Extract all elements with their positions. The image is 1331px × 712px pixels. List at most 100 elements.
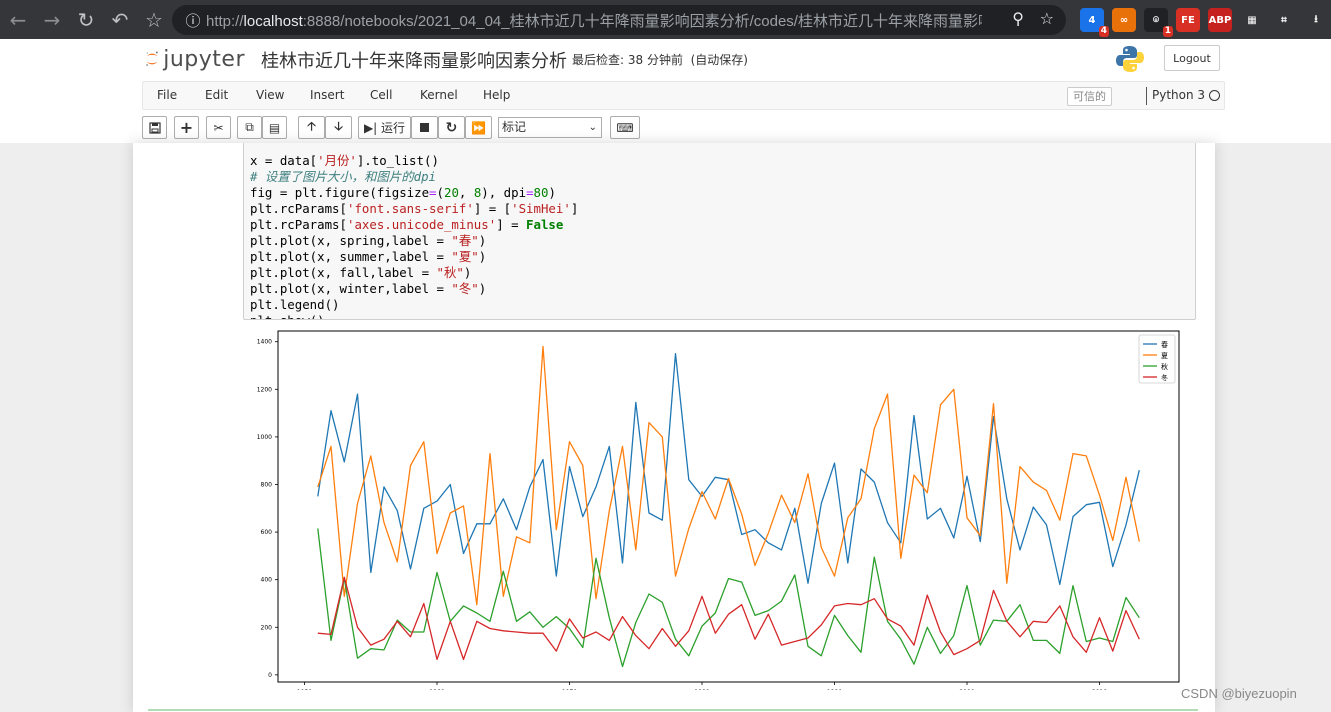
kernel-divider [1146,87,1147,105]
code-line: plt.plot(x, winter,label = "冬") [250,281,487,296]
y-tick-label: 200 [261,624,273,631]
zoom-icon[interactable]: ⚲ [1012,9,1024,28]
paste-button[interactable]: ▤ [262,116,287,139]
notebook-area: x = data['月份'].to_list() # 设置了图片大小，和图片的dp… [0,143,1331,712]
star-icon[interactable]: ☆ [1040,9,1054,28]
save-button[interactable] [142,116,167,139]
cell-output: 1950 1960 1970 1980 1990 2000 2010 0 200 400 600 80… [243,328,1183,696]
extension-icon[interactable]: ∞ [1112,8,1136,32]
extension-icon[interactable]: FE [1176,8,1200,32]
code-editor[interactable]: x = data['月份'].to_list() # 设置了图片大小，和图片的dp… [250,143,579,319]
python-logo-icon [1116,46,1144,72]
menu-bar: File Edit View Insert Cell Kernel Help 可… [142,81,1225,110]
extension-badge: 4 [1098,26,1109,37]
y-tick-label: 800 [261,481,273,488]
menu-edit[interactable]: Edit [205,88,228,102]
move-down-button[interactable]: 🡣 [325,116,352,139]
extension-icon[interactable]: ⌾ 1 [1144,8,1173,37]
plus-icon: + [179,118,194,137]
extension-label: ABP [1208,14,1232,26]
move-up-button[interactable]: 🡡 [298,116,325,139]
code-line: plt.legend() [250,297,340,312]
paste-icon: ▤ [268,120,281,135]
trusted-indicator[interactable]: 可信的 [1067,87,1112,106]
menu-cell[interactable]: Cell [370,88,392,102]
forward-icon[interactable]: → [36,4,68,36]
notebook-page: x = data['月份'].to_list() # 设置了图片大小，和图片的dp… [133,143,1215,712]
code-line: plt.plot(x, spring,label = "春") [250,233,487,248]
menu-view[interactable]: View [256,88,284,102]
cut-button[interactable]: ✂ [206,116,231,139]
jupyter-header: jupyter 桂林市近几十年来降雨量影响因素分析 最后检查: 38 分钟前 (… [0,39,1331,143]
extension-icon[interactable]: ▦ [1240,8,1264,32]
extension-label: FE [1181,14,1195,26]
interrupt-button[interactable] [411,116,438,139]
legend-label: 秋 [1161,362,1168,371]
csdn-watermark: CSDN @biyezuopin [1181,686,1297,701]
site-info-icon[interactable]: ⓘ [180,10,206,31]
legend-label: 春 [1161,340,1168,349]
arrow-down-icon: 🡣 [334,119,343,133]
menu-kernel[interactable]: Kernel [420,88,458,102]
logout-button[interactable]: Logout [1164,45,1220,71]
code-cell[interactable]: x = data['月份'].to_list() # 设置了图片大小，和图片的dp… [243,143,1196,320]
checkpoint-text: 最后检查: 38 分钟前 [572,53,683,67]
extension-label: ⭳ [1314,13,1318,25]
code-line: plt.rcParams['axes.unicode_minus'] = Fal… [250,217,564,232]
extension-label: ▦ [1247,14,1257,26]
keyboard-icon: ⌨ [616,120,634,135]
extension-label: ∞ [1119,14,1129,26]
stop-icon [420,123,429,132]
code-line: plt.plot(x, summer,label = "夏") [250,249,487,264]
menu-help[interactable]: Help [483,88,510,102]
x-tick-label: 2000 [959,689,974,690]
menu-insert[interactable]: Insert [310,88,344,102]
menu-file[interactable]: File [157,88,177,102]
autosave-text: (自动保存) [690,53,748,67]
restart-button[interactable]: ↻ [438,116,465,139]
jupyter-logo[interactable]: jupyter [145,44,245,74]
kernel-name[interactable]: Python 3 [1152,88,1205,102]
bookmark-star-icon[interactable]: ☆ [138,4,170,36]
x-tick-label: 2010 [1092,689,1107,690]
legend-label: 冬 [1161,373,1168,382]
extension-icon[interactable]: ⌗ [1272,8,1296,32]
code-line: # 设置了图片大小，和图片的dpi [250,169,436,184]
run-button[interactable]: ▶| 运行 [358,116,411,139]
y-tick-label: 0 [268,672,272,679]
extension-icon[interactable]: 44 [1080,8,1109,37]
arrow-up-icon: 🡡 [307,119,316,133]
scissors-icon: ✂ [213,120,224,135]
x-tick-label: 1980 [694,689,709,690]
extension-label: ⌾ [1153,14,1159,26]
x-tick-label: 1960 [429,689,444,690]
y-tick-label: 400 [261,577,273,584]
copy-button[interactable]: ⧉ [237,116,262,139]
x-tick-label: 1990 [827,689,842,690]
kernel-status-icon [1209,90,1220,101]
code-line: fig = plt.figure(figsize=(20, 8), dpi=80… [250,185,556,200]
back-icon[interactable]: ← [2,4,34,36]
extension-badge: 1 [1162,26,1173,37]
code-line: plt.rcParams['font.sans-serif'] = ['SimH… [250,201,579,216]
restart-run-all-button[interactable]: ⏩ [465,116,492,139]
url-text[interactable]: http://localhost:8888/notebooks/2021_04_… [206,10,982,31]
reload-icon[interactable]: ↻ [70,4,102,36]
address-bar[interactable]: ⓘ http://localhost:8888/notebooks/2021_0… [172,5,1066,35]
extension-icon[interactable]: ABP [1208,8,1232,32]
y-tick-label: 1200 [257,386,272,393]
run-label: 运行 [381,121,406,135]
code-line: plt.plot(x, fall,label = "秋") [250,265,472,280]
code-line: x = data['月份'].to_list() [250,153,439,168]
y-tick-label: 600 [261,529,273,536]
extension-icon[interactable]: ⭳ [1304,8,1328,32]
command-palette-button[interactable]: ⌨ [610,116,640,139]
extension-label: 4 [1088,14,1096,26]
insert-cell-button[interactable]: + [174,116,199,139]
jupyter-logo-icon [146,51,158,66]
x-tick-label: 1970 [562,689,577,690]
cell-type-select[interactable]: 标记 ⌄ [498,117,602,138]
undo-icon[interactable]: ↶ [104,4,136,36]
step-forward-icon: ▶| [363,120,382,135]
notebook-title[interactable]: 桂林市近几十年来降雨量影响因素分析 [261,47,567,73]
